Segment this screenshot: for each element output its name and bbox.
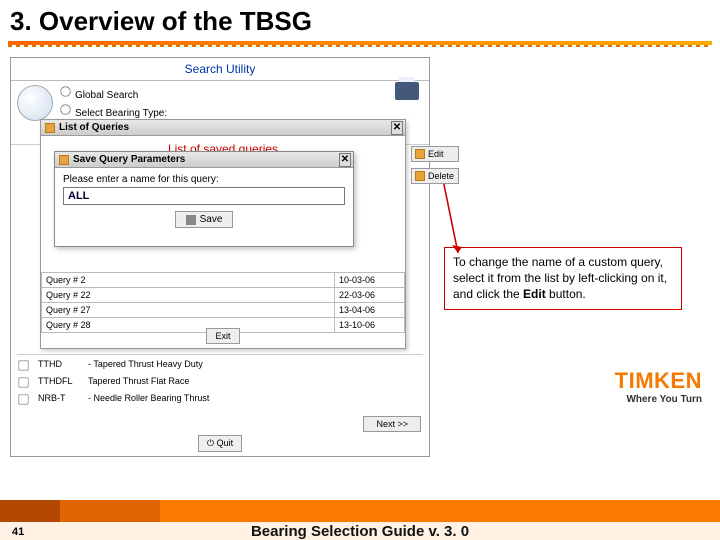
table-row[interactable]: Query # 210-03-06	[42, 273, 405, 288]
edit-button[interactable]: Edit	[411, 146, 459, 162]
type-check-row: TTHD - Tapered Thrust Heavy Duty	[17, 357, 423, 374]
table-row[interactable]: Query # 2713-04-06	[42, 303, 405, 318]
close-icon[interactable]: ✕	[339, 153, 351, 167]
quit-button[interactable]: ⏻ Quit	[198, 435, 242, 452]
brand-tag: Where You Turn	[615, 394, 702, 405]
type-desc: - Tapered Thrust Heavy Duty	[88, 359, 203, 372]
radio-global-label: Global Search	[75, 90, 138, 101]
footer-strip	[0, 500, 720, 522]
list-icon	[45, 123, 55, 133]
type-code: TTHDFL	[38, 376, 80, 389]
save-button[interactable]: Save	[175, 211, 234, 228]
checkbox[interactable]	[18, 377, 28, 387]
query-name-input[interactable]: ALL	[63, 187, 345, 205]
power-icon: ⏻	[207, 438, 214, 448]
magnifier-icon	[17, 85, 53, 121]
save-label: Save	[200, 214, 223, 225]
save-window-titlebar: Save Query Parameters ✕	[55, 152, 353, 168]
footer-title: Bearing Selection Guide v. 3. 0	[0, 523, 720, 540]
brand-logo: TIMKEN	[615, 368, 702, 394]
type-desc: Tapered Thrust Flat Race	[88, 376, 189, 389]
delete-button[interactable]: Delete	[411, 168, 459, 184]
brand: TIMKEN Where You Turn	[615, 368, 702, 405]
type-check-row: NRB-T - Needle Roller Bearing Thrust	[17, 391, 423, 408]
slide-title: 3. Overview of the TBSG	[0, 0, 720, 39]
delete-icon	[415, 171, 425, 181]
save-prompt: Please enter a name for this query:	[55, 168, 353, 187]
floppy-icon	[186, 215, 196, 225]
table-row[interactable]: Query # 2222-03-06	[42, 288, 405, 303]
delete-label: Delete	[428, 171, 454, 181]
app-title: Search Utility	[11, 58, 429, 81]
type-checks: TTHD - Tapered Thrust Heavy Duty TTHDFL Tap…	[17, 354, 423, 408]
callout-bold: Edit	[523, 287, 546, 301]
close-icon[interactable]: ✕	[391, 121, 403, 135]
save-window: Save Query Parameters ✕ Please enter a n…	[54, 151, 354, 247]
edit-icon	[415, 149, 425, 159]
edit-label: Edit	[428, 149, 444, 159]
list-window-titlebar: List of Queries ✕	[41, 120, 405, 136]
save-icon	[59, 155, 69, 165]
save-window-title: Save Query Parameters	[73, 154, 185, 165]
list-window-title: List of Queries	[59, 122, 129, 133]
quit-label: Quit	[217, 438, 234, 448]
content-area: Search Utility Global Search Select Bear…	[0, 45, 720, 465]
type-code: TTHD	[38, 359, 80, 372]
list-exit-button[interactable]: Exit	[206, 328, 239, 344]
type-check-row: TTHDFL Tapered Thrust Flat Race	[17, 374, 423, 391]
printer-icon	[395, 82, 419, 100]
radio-type-label: Select Bearing Type:	[75, 108, 167, 119]
checkbox[interactable]	[18, 360, 28, 370]
radio-global[interactable]: Global Search	[59, 85, 298, 103]
type-desc: - Needle Roller Bearing Thrust	[88, 393, 209, 406]
type-code: NRB-T	[38, 393, 80, 406]
next-button[interactable]: Next >>	[363, 416, 421, 432]
callout-arrow	[440, 175, 480, 255]
callout-text-2: button.	[546, 287, 586, 301]
query-table: Query # 210-03-06Query # 2222-03-06Query…	[41, 272, 405, 333]
checkbox[interactable]	[18, 394, 28, 404]
